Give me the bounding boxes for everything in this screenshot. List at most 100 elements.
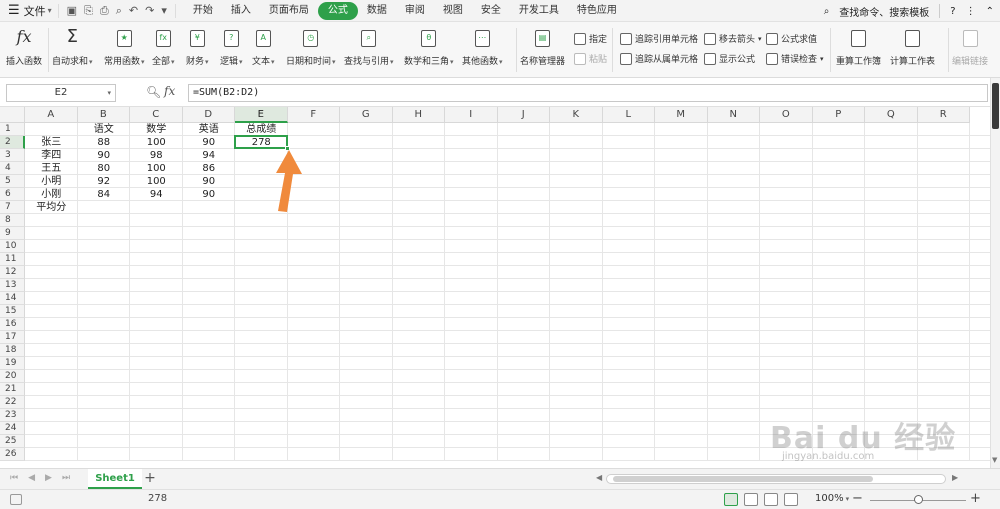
row-header-10[interactable]: 10 bbox=[0, 240, 25, 253]
next-sheet-icon[interactable]: ▶ bbox=[45, 473, 52, 483]
spreadsheet-grid[interactable]: A B C D E F G H I J K L M N O P Q R 1 2 3 4 5 6 7 8 9 10 11 12 13 14 15 1… bbox=[0, 107, 990, 468]
column-header-k[interactable]: K bbox=[550, 107, 603, 123]
zoom-slider-knob[interactable] bbox=[913, 495, 923, 504]
active-cell-selection[interactable] bbox=[234, 135, 290, 151]
column-header-l[interactable]: L bbox=[602, 107, 655, 123]
fill-handle[interactable] bbox=[284, 146, 290, 151]
all-functions-button[interactable]: fx 全部▾ bbox=[152, 26, 175, 67]
eye-protection-icon[interactable] bbox=[784, 493, 798, 506]
name-manager-button[interactable]: ▤ 名称管理器 bbox=[520, 26, 565, 67]
cell-d2[interactable]: 90 bbox=[183, 136, 236, 149]
chevron-down-icon[interactable]: ▾ bbox=[205, 58, 209, 66]
column-header-p[interactable]: P bbox=[812, 107, 865, 123]
insert-function-fx-icon[interactable]: fx bbox=[164, 84, 175, 98]
page-break-view-icon[interactable] bbox=[744, 493, 758, 506]
column-header-j[interactable]: J bbox=[497, 107, 550, 123]
column-header-q[interactable]: Q bbox=[865, 107, 918, 123]
fx-button[interactable]: fx 插入函数 bbox=[6, 26, 42, 67]
row-header-6[interactable]: 6 bbox=[0, 188, 25, 201]
evaluate-formula-button[interactable]: 公式求值 bbox=[766, 32, 817, 45]
row-header-9[interactable]: 9 bbox=[0, 227, 25, 240]
show-formulas-button[interactable]: 显示公式 bbox=[704, 52, 755, 65]
cell-a6[interactable]: 小刚 bbox=[25, 188, 78, 201]
select-all-corner[interactable] bbox=[0, 107, 25, 123]
print-icon[interactable]: ⎙ bbox=[100, 4, 109, 18]
column-header-i[interactable]: I bbox=[445, 107, 498, 123]
tab-9[interactable]: 开发工具 bbox=[510, 2, 568, 20]
chevron-down-icon[interactable]: ▾ bbox=[171, 58, 175, 66]
cell-d1[interactable]: 英语 bbox=[183, 123, 236, 136]
trace-dependents-button[interactable]: 追踪从属单元格 bbox=[620, 52, 698, 65]
row-header-7[interactable]: 7 bbox=[0, 201, 25, 214]
quick-access-dropdown-icon[interactable]: ▾ bbox=[161, 4, 167, 17]
row-header-12[interactable]: 12 bbox=[0, 266, 25, 279]
tab-4[interactable]: 公式 bbox=[317, 1, 358, 20]
row-header-22[interactable]: 22 bbox=[0, 396, 25, 409]
horizontal-scrollbar[interactable] bbox=[606, 474, 946, 484]
chevron-down-icon[interactable]: ▾ bbox=[499, 58, 503, 66]
chevron-down-icon[interactable]: ▾ bbox=[820, 55, 824, 63]
row-header-1[interactable]: 1 bbox=[0, 123, 25, 136]
normal-view-icon[interactable] bbox=[724, 493, 738, 506]
cell-a3[interactable]: 李四 bbox=[25, 149, 78, 162]
chevron-down-icon[interactable]: ▾ bbox=[89, 58, 93, 66]
column-header-h[interactable]: H bbox=[392, 107, 445, 123]
cell-d4[interactable]: 86 bbox=[183, 162, 236, 175]
row-header-14[interactable]: 14 bbox=[0, 292, 25, 305]
zoom-lens-icon[interactable]: 🔍︎ bbox=[146, 85, 161, 99]
scroll-right-icon[interactable]: ▶ bbox=[952, 473, 958, 482]
cell-a4[interactable]: 王五 bbox=[25, 162, 78, 175]
zoom-out-button[interactable]: − bbox=[852, 491, 863, 506]
cell-c5[interactable]: 100 bbox=[130, 175, 183, 188]
star-function-button[interactable]: ★ 常用函数▾ bbox=[104, 26, 145, 67]
cell-c3[interactable]: 98 bbox=[130, 149, 183, 162]
assign-button[interactable]: 指定 bbox=[574, 32, 607, 45]
tab-8[interactable]: 安全 bbox=[472, 2, 510, 20]
cell-c4[interactable]: 100 bbox=[130, 162, 183, 175]
vertical-scrollbar[interactable]: ▼ bbox=[990, 78, 1000, 468]
cell-c1[interactable]: 数学 bbox=[130, 123, 183, 136]
redo-icon[interactable]: ↷ bbox=[145, 4, 154, 17]
tab-1[interactable]: 开始 bbox=[184, 2, 222, 20]
name-box[interactable]: E2 ▾ bbox=[6, 84, 116, 102]
row-header-24[interactable]: 24 bbox=[0, 422, 25, 435]
cell-b6[interactable]: 84 bbox=[78, 188, 131, 201]
math-button[interactable]: θ 数学和三角▾ bbox=[404, 26, 454, 67]
chevron-down-icon[interactable]: ▾ bbox=[332, 58, 336, 66]
help-icon[interactable]: ? bbox=[950, 6, 955, 17]
formula-input[interactable]: =SUM(B2:D2) bbox=[188, 84, 988, 102]
column-header-g[interactable]: G bbox=[340, 107, 393, 123]
finance-button[interactable]: ¥ 财务▾ bbox=[186, 26, 209, 67]
tab-2[interactable]: 插入 bbox=[222, 2, 260, 20]
tab-7[interactable]: 视图 bbox=[434, 2, 472, 20]
chevron-down-icon[interactable]: ▾ bbox=[141, 58, 145, 66]
error-check-button[interactable]: 错误检查 ▾ bbox=[766, 52, 824, 65]
horizontal-scroll-thumb[interactable] bbox=[613, 476, 873, 482]
row-header-25[interactable]: 25 bbox=[0, 435, 25, 448]
cell-b1[interactable]: 语文 bbox=[78, 123, 131, 136]
undo-icon[interactable]: ↶ bbox=[129, 4, 138, 17]
chevron-down-icon[interactable]: ▾ bbox=[390, 58, 394, 66]
print-preview-icon[interactable]: ⌕ bbox=[116, 4, 122, 18]
vertical-scroll-thumb[interactable] bbox=[992, 83, 999, 129]
export-icon[interactable]: ⎘ bbox=[84, 4, 93, 18]
add-sheet-button[interactable]: + bbox=[142, 470, 158, 486]
chevron-down-icon[interactable]: ▾ bbox=[271, 58, 275, 66]
row-header-23[interactable]: 23 bbox=[0, 409, 25, 422]
row-header-13[interactable]: 13 bbox=[0, 279, 25, 292]
row-header-4[interactable]: 4 bbox=[0, 162, 25, 175]
row-header-17[interactable]: 17 bbox=[0, 331, 25, 344]
row-header-20[interactable]: 20 bbox=[0, 370, 25, 383]
cell-c6[interactable]: 94 bbox=[130, 188, 183, 201]
cell-d3[interactable]: 94 bbox=[183, 149, 236, 162]
cell-a5[interactable]: 小明 bbox=[25, 175, 78, 188]
row-header-3[interactable]: 3 bbox=[0, 149, 25, 162]
row-header-26[interactable]: 26 bbox=[0, 448, 25, 461]
scroll-down-icon[interactable]: ▼ bbox=[992, 456, 997, 464]
remove-arrows-button[interactable]: 移去箭头 ▾ bbox=[704, 32, 762, 45]
tab-6[interactable]: 审阅 bbox=[396, 2, 434, 20]
row-header-19[interactable]: 19 bbox=[0, 357, 25, 370]
prev-sheet-icon[interactable]: ◀ bbox=[28, 473, 35, 483]
cell-a2[interactable]: 张三 bbox=[25, 136, 78, 149]
column-header-f[interactable]: F bbox=[287, 107, 340, 123]
